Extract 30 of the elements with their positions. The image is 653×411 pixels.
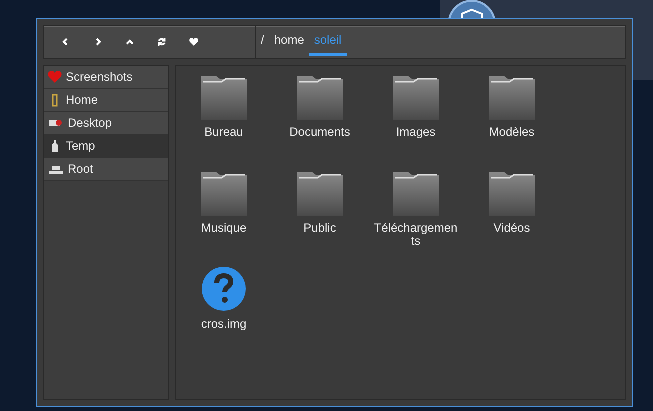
file-name: Documents	[288, 126, 352, 139]
file-name: Modèles	[488, 126, 536, 139]
file-name: Images	[395, 126, 437, 139]
sidebar-item[interactable]: Home	[44, 89, 168, 112]
file-name: Téléchargements	[374, 222, 458, 248]
file-name: Bureau	[204, 126, 244, 139]
sidebar-item[interactable]: Temp	[44, 135, 168, 158]
folder-icon[interactable]	[488, 170, 536, 216]
sidebar-item[interactable]: Root	[44, 158, 168, 181]
file-name: Vidéos	[492, 222, 532, 235]
question-mark-icon[interactable]	[201, 266, 247, 312]
folder-icon[interactable]	[392, 170, 440, 216]
tray-icon	[48, 163, 64, 175]
file-name: Musique	[200, 222, 248, 235]
file-name: cros.img	[200, 318, 248, 331]
folder-icon[interactable]	[488, 74, 536, 120]
folder-icon[interactable]	[200, 170, 248, 216]
folder-icon[interactable]	[296, 170, 344, 216]
sidebar-item[interactable]: Desktop	[44, 112, 168, 135]
file-name: Public	[302, 222, 338, 235]
breadcrumb-item[interactable]: home	[269, 26, 310, 56]
up-icon[interactable]	[125, 37, 135, 47]
folder-icon[interactable]	[392, 74, 440, 120]
heart-icon[interactable]	[189, 37, 199, 47]
breadcrumb-item[interactable]: /	[256, 26, 270, 56]
folder-icon[interactable]	[296, 74, 344, 120]
folder-icon[interactable]	[200, 74, 248, 120]
heart-icon	[48, 71, 62, 83]
sidebar-item[interactable]: Screenshots	[44, 66, 168, 89]
refresh-icon[interactable]	[157, 37, 167, 47]
